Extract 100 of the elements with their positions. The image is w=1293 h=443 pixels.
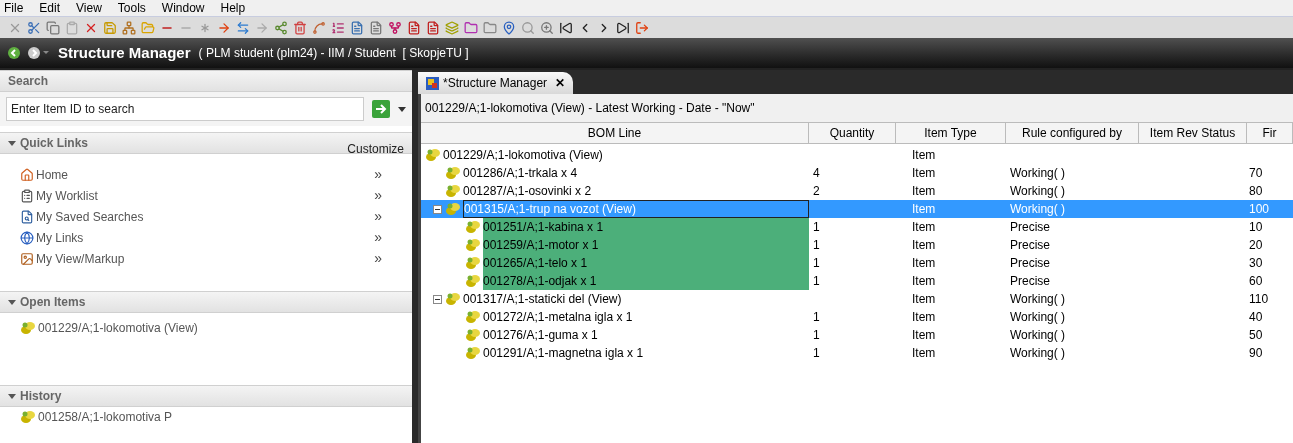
rule-cell: Working( ) bbox=[1010, 310, 1066, 324]
more-link[interactable]: » bbox=[374, 206, 382, 227]
editor-tab[interactable]: *Structure Manager ✕ bbox=[418, 72, 574, 94]
rule-cell: Working( ) bbox=[1010, 328, 1066, 342]
menu-item[interactable]: File bbox=[4, 0, 24, 17]
nodes-icon[interactable] bbox=[274, 20, 288, 35]
last-icon[interactable] bbox=[616, 20, 630, 35]
bom-row[interactable]: 001286/A;1-trkala x 4 4 Item Working( ) 70 bbox=[421, 164, 1293, 182]
quick-link[interactable]: My Worklist bbox=[36, 186, 98, 205]
item-icon bbox=[465, 238, 481, 252]
bom-row[interactable]: 001251/A;1-kabina x 1 1 Item Precise 10 bbox=[421, 218, 1293, 236]
find-number-cell: 100 bbox=[1249, 202, 1270, 216]
bom-line-cell-text: 001229/A;1-lokomotiva (View) bbox=[443, 147, 603, 164]
page-icon[interactable] bbox=[369, 20, 383, 35]
menu-item[interactable]: Tools bbox=[117, 0, 146, 17]
item-icon bbox=[445, 184, 461, 198]
bom-row[interactable]: 001317/A;1-staticki del (View) Item Working( ) 110 bbox=[421, 290, 1293, 308]
session-info: ( PLM student (plm24) - IIM / Student [ SkopjeTU ] bbox=[198, 45, 469, 62]
search-icon[interactable] bbox=[521, 20, 535, 35]
section-title: Quick Links bbox=[20, 135, 89, 152]
item-icon bbox=[465, 256, 481, 270]
first-icon[interactable] bbox=[559, 20, 573, 35]
find-number-cell: 80 bbox=[1249, 184, 1263, 198]
form-icon[interactable] bbox=[350, 20, 364, 35]
section-title: History bbox=[20, 388, 62, 405]
arrows-icon[interactable] bbox=[236, 20, 250, 35]
exit-icon[interactable] bbox=[635, 20, 649, 35]
find-number-cell: 40 bbox=[1249, 310, 1263, 324]
rule-cell: Precise bbox=[1010, 220, 1050, 234]
clipboard-icon[interactable] bbox=[65, 20, 79, 35]
column-header[interactable]: Fir bbox=[1247, 123, 1293, 143]
close-button[interactable]: ✕ bbox=[555, 74, 566, 92]
search-field[interactable]: Enter Item ID to search bbox=[6, 97, 364, 121]
quick-link[interactable]: Home bbox=[36, 165, 68, 184]
bom-line-cell-text: 001317/A;1-staticki del (View) bbox=[463, 291, 622, 308]
find-number-cell: 90 bbox=[1249, 346, 1263, 360]
item-type-cell: Item bbox=[912, 238, 936, 252]
go-icon[interactable] bbox=[372, 100, 390, 118]
bom-row[interactable]: 001265/A;1-telo x 1 1 Item Precise 30 bbox=[421, 254, 1293, 272]
open-item[interactable]: 001229/A;1-lokomotiva (View) bbox=[38, 319, 198, 337]
column-header[interactable]: Item Rev Status bbox=[1139, 123, 1247, 143]
column-header[interactable]: Rule configured by bbox=[1006, 123, 1139, 143]
column-header[interactable]: Item Type bbox=[896, 123, 1006, 143]
bom-row[interactable]: 001291/A;1-magnetna igla x 1 1 Item Working( ) 90 bbox=[421, 344, 1293, 362]
column-header[interactable]: BOM Line bbox=[421, 123, 809, 143]
history-item[interactable]: 001258/A;1-lokomotiva P bbox=[38, 408, 173, 426]
collapse-icon[interactable] bbox=[8, 139, 16, 147]
item-icon bbox=[445, 292, 461, 306]
fork-icon[interactable] bbox=[388, 20, 402, 35]
network-icon[interactable] bbox=[122, 20, 136, 35]
find-number-cell: 70 bbox=[1249, 166, 1263, 180]
note-icon[interactable] bbox=[426, 20, 440, 35]
quantity-cell: 1 bbox=[813, 220, 820, 234]
zoom-icon[interactable] bbox=[540, 20, 554, 35]
item-type-cell: Item bbox=[912, 202, 936, 216]
save-icon[interactable] bbox=[103, 20, 117, 35]
column-header[interactable]: Quantity bbox=[809, 123, 896, 143]
collapse-icon[interactable] bbox=[8, 298, 16, 306]
collapse-icon[interactable] bbox=[433, 294, 442, 304]
list-icon[interactable] bbox=[331, 20, 345, 35]
back-icon[interactable] bbox=[8, 47, 20, 59]
more-link[interactable]: » bbox=[374, 164, 382, 185]
menu-item[interactable]: View bbox=[76, 0, 102, 17]
item-type-cell: Item bbox=[912, 184, 936, 198]
pin-icon[interactable] bbox=[502, 20, 516, 35]
menu-item[interactable]: Edit bbox=[39, 0, 61, 17]
collapse-icon[interactable] bbox=[433, 204, 442, 214]
quick-link[interactable]: My View/Markup bbox=[36, 249, 125, 268]
forward-icon[interactable] bbox=[28, 47, 50, 59]
rule-cell: Precise bbox=[1010, 238, 1050, 252]
scissors-icon[interactable] bbox=[27, 20, 41, 35]
item-type-cell: Item bbox=[912, 220, 936, 234]
item-icon bbox=[465, 274, 481, 288]
menu-item[interactable]: Window bbox=[161, 0, 205, 17]
section-title: Search bbox=[8, 73, 49, 90]
customize-link[interactable]: Customize bbox=[347, 140, 404, 158]
more-link[interactable]: » bbox=[374, 227, 382, 248]
bom-row[interactable]: 001276/A;1-guma x 1 1 Item Working( ) 50 bbox=[421, 326, 1293, 344]
bom-row[interactable]: 001259/A;1-motor x 1 1 Item Precise 20 bbox=[421, 236, 1293, 254]
markup-icon bbox=[20, 251, 34, 266]
item-type-cell: Item bbox=[912, 310, 936, 324]
document-icon[interactable] bbox=[407, 20, 421, 35]
quantity-cell: 1 bbox=[813, 346, 820, 360]
menu-item[interactable]: Help bbox=[220, 0, 246, 17]
bom-row[interactable]: 001278/A;1-odjak x 1 1 Item Precise 60 bbox=[421, 272, 1293, 290]
find-number-cell: 30 bbox=[1249, 256, 1263, 270]
more-link[interactable]: » bbox=[374, 185, 382, 206]
arrow-right-icon[interactable] bbox=[217, 20, 231, 35]
copy-icon[interactable] bbox=[46, 20, 60, 35]
bom-line-cell-text: 001272/A;1-metalna igla x 1 bbox=[483, 309, 633, 326]
item-icon bbox=[20, 321, 36, 335]
bom-row[interactable]: 001287/A;1-osovinki x 2 2 Item Working( ) 80 bbox=[421, 182, 1293, 200]
item-icon bbox=[465, 346, 481, 360]
quick-link[interactable]: My Links bbox=[36, 228, 84, 247]
bom-row[interactable]: 001229/A;1-lokomotiva (View) Item bbox=[421, 146, 1293, 164]
bom-row[interactable]: 001272/A;1-metalna igla x 1 1 Item Working( ) 40 bbox=[421, 308, 1293, 326]
collapse-icon[interactable] bbox=[8, 392, 16, 400]
dropdown-icon[interactable] bbox=[398, 106, 406, 112]
quick-link[interactable]: My Saved Searches bbox=[36, 207, 144, 226]
more-link[interactable]: » bbox=[374, 248, 382, 269]
